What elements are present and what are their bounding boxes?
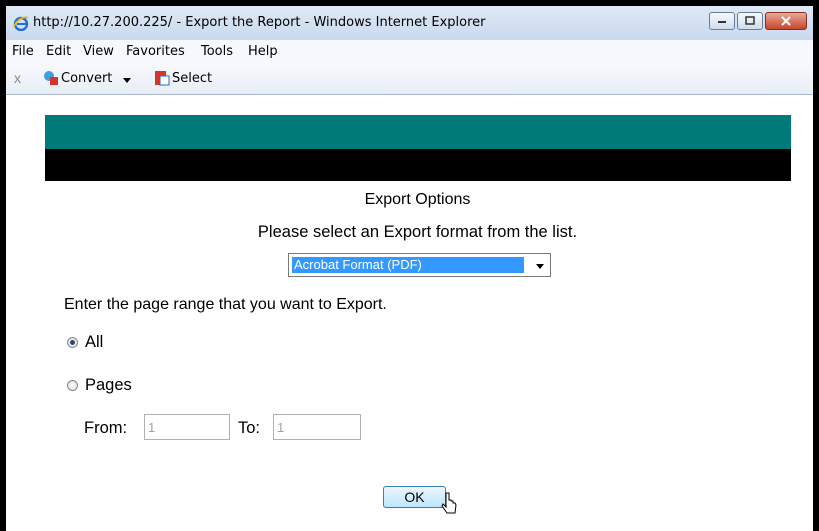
export-format-selected: Acrobat Format (PDF) [292, 257, 524, 273]
menu-file[interactable]: File [12, 44, 34, 59]
menu-edit[interactable]: Edit [46, 44, 71, 59]
browser-window: http://10.27.200.225/ - Export the Repor… [0, 0, 819, 531]
select-button[interactable]: Select [172, 71, 212, 86]
menu-help[interactable]: Help [248, 44, 278, 59]
maximize-icon [745, 16, 755, 25]
page-title: Export Options [364, 191, 471, 208]
page-content: Export Options Please select an Export f… [22, 95, 813, 531]
ie-icon [13, 16, 29, 31]
radio-pages-label: Pages [85, 376, 132, 394]
menu-bar: File Edit View Favorites Tools Help [6, 40, 813, 64]
window-title: http://10.27.200.225/ - Export the Repor… [33, 15, 486, 30]
toolbar: x Convert Select [6, 64, 813, 95]
minimize-icon [718, 21, 726, 23]
convert-button[interactable]: Convert [61, 71, 112, 86]
minimize-button[interactable] [709, 12, 735, 30]
toolbar-close-button[interactable]: x [14, 70, 21, 86]
format-instructions: Please select an Export format from the … [257, 223, 578, 241]
from-label: From: [84, 419, 128, 437]
to-label: To: [238, 419, 261, 437]
chevron-down-icon [536, 264, 544, 269]
menu-favorites[interactable]: Favorites [126, 44, 185, 59]
convert-icon [44, 71, 58, 85]
cursor-icon [441, 492, 457, 514]
page-range-label: Enter the page range that you want to Ex… [64, 296, 387, 313]
close-window-button[interactable] [765, 12, 807, 30]
radio-pages[interactable] [67, 380, 78, 391]
ok-button[interactable]: OK [383, 486, 446, 508]
select-icon [155, 71, 170, 86]
banner-teal [45, 115, 791, 149]
maximize-button[interactable] [737, 12, 763, 30]
menu-view[interactable]: View [83, 44, 114, 59]
from-input[interactable] [144, 414, 230, 440]
export-format-select[interactable]: Acrobat Format (PDF) [288, 253, 551, 277]
radio-all[interactable] [67, 337, 78, 348]
menu-tools[interactable]: Tools [201, 44, 233, 59]
title-bar: http://10.27.200.225/ - Export the Repor… [6, 6, 813, 40]
close-icon [781, 16, 791, 26]
banner-black [45, 149, 791, 181]
radio-all-label: All [85, 333, 104, 351]
to-input[interactable] [273, 414, 361, 440]
chevron-down-icon[interactable] [123, 78, 131, 83]
